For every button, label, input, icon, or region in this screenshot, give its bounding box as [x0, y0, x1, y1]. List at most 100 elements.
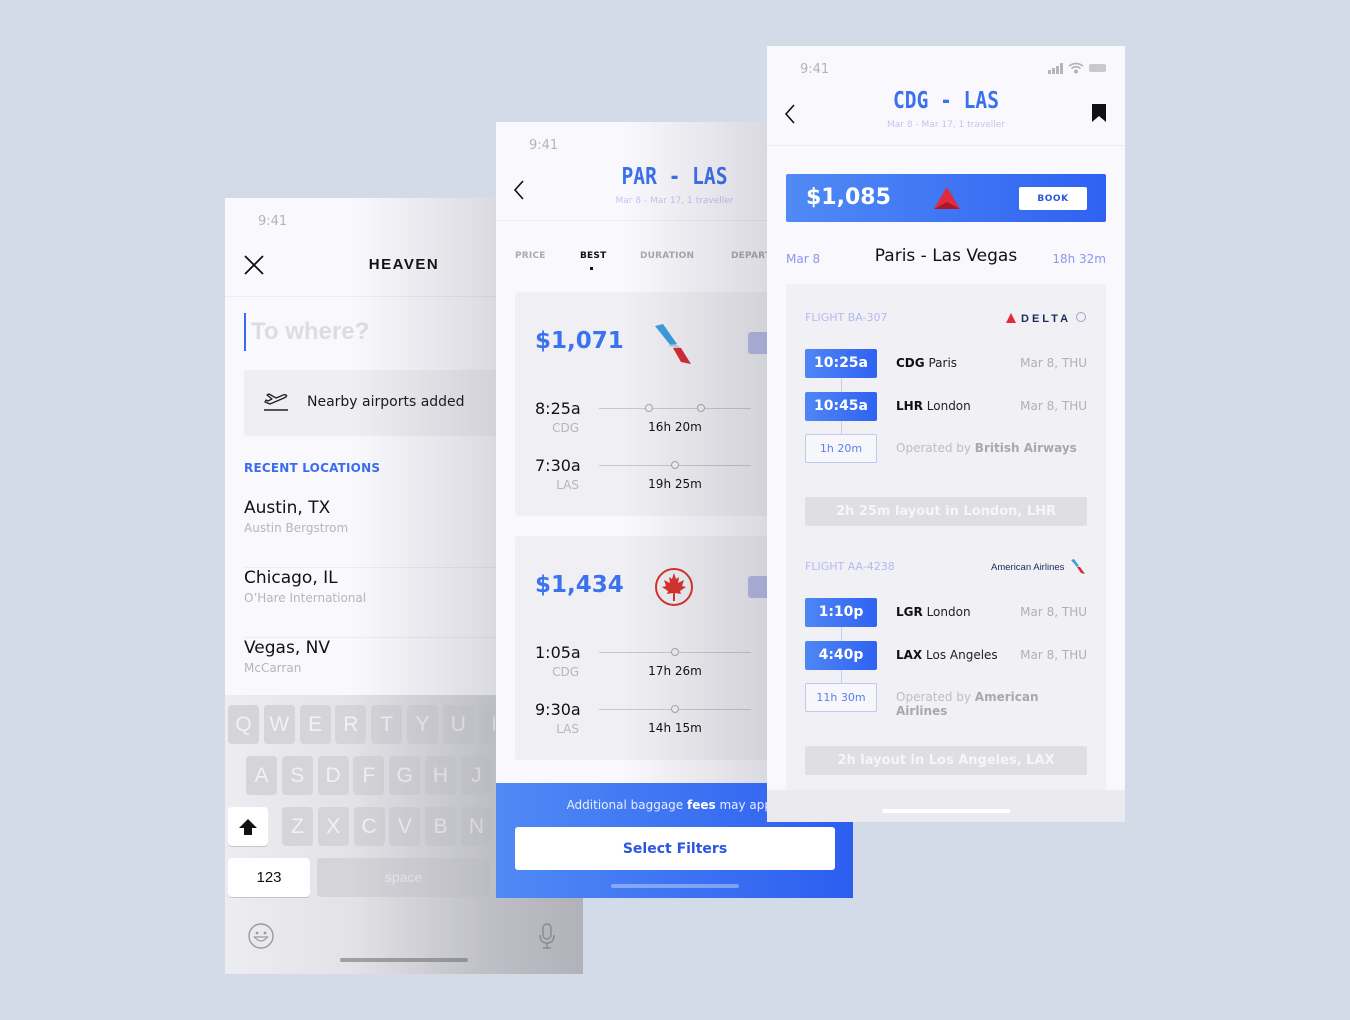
route-line: [599, 408, 751, 409]
delta-wordmark-icon: DELTA: [1006, 312, 1086, 325]
tab-price[interactable]: PRICE: [515, 251, 546, 261]
select-filters-button[interactable]: Select Filters: [515, 827, 835, 870]
home-indicator: [611, 884, 739, 888]
note-text: Additional baggage: [566, 798, 687, 812]
book-button[interactable]: BOOK: [1019, 187, 1087, 210]
flight-segment: 4:40p LAX Los Angeles Mar 8, THU: [805, 641, 1087, 670]
trip-summary: Mar 8 Paris - Las Vegas 18h 32m: [786, 246, 1106, 270]
leg-duration: 19h 25m: [648, 477, 702, 491]
home-indicator: [340, 958, 468, 962]
leg-time: 7:30a: [535, 456, 581, 475]
emoji-icon[interactable]: [247, 922, 275, 950]
leg-airport: LAS: [556, 722, 579, 736]
key-q[interactable]: Q: [228, 705, 259, 744]
layover-banner: 2h layout in Los Angeles, LAX: [805, 746, 1087, 775]
key-s[interactable]: S: [281, 756, 313, 795]
key-a[interactable]: A: [246, 756, 277, 795]
svg-text:DELTA: DELTA: [1021, 313, 1071, 325]
segment-place: CDG Paris: [896, 356, 957, 370]
segment-time: 10:25a: [805, 349, 877, 378]
flight-number: FLIGHT BA-307: [805, 311, 888, 324]
flight-segment: 10:25a CDG Paris Mar 8, THU: [805, 349, 1087, 378]
leg-duration: 17h 26m: [648, 664, 702, 678]
route-subtitle: Mar 8 - Mar 17, 1 traveller: [887, 120, 1005, 130]
battery-icon: [1089, 64, 1106, 72]
segment-time: 1:10p: [805, 598, 877, 627]
key-g[interactable]: G: [389, 756, 421, 795]
header-divider: [767, 145, 1125, 146]
key-x[interactable]: X: [317, 807, 349, 846]
stop-marker: [671, 705, 679, 713]
leg-time: 1:05a: [535, 643, 581, 662]
numbers-key[interactable]: 123: [228, 858, 310, 897]
flight-number: FLIGHT AA-4238: [805, 560, 895, 573]
trip-total-duration: 18h 32m: [1052, 252, 1106, 266]
delta-logo-icon: [934, 187, 960, 209]
key-u[interactable]: U: [442, 705, 474, 744]
leg-airport: LAS: [556, 478, 579, 492]
segment-place: LHR London: [896, 399, 971, 413]
leg-time: 8:25a: [535, 399, 581, 418]
key-e[interactable]: E: [299, 705, 331, 744]
home-indicator: [882, 809, 1010, 813]
flight-segment: 1:10p LGR London Mar 8, THU: [805, 598, 1087, 627]
shift-key[interactable]: [228, 807, 268, 846]
key-v[interactable]: V: [389, 807, 421, 846]
tab-depart[interactable]: DEPART: [731, 251, 771, 261]
key-d[interactable]: D: [317, 756, 349, 795]
key-t[interactable]: T: [371, 705, 403, 744]
key-c[interactable]: C: [353, 807, 385, 846]
airport-code: CDG: [896, 356, 925, 370]
bookmark-icon[interactable]: [1091, 103, 1107, 123]
key-b[interactable]: B: [425, 807, 457, 846]
key-n[interactable]: N: [461, 807, 492, 846]
airport-code: LGR: [896, 605, 923, 619]
note-emphasis: fees: [687, 798, 716, 812]
operated-by: Operated by American Airlines: [896, 690, 1087, 718]
key-f[interactable]: F: [353, 756, 385, 795]
carrier-logo: American Airlines: [991, 558, 1087, 576]
plane-takeoff-icon: [264, 393, 288, 411]
active-tab-indicator: [590, 267, 593, 270]
airport-code: LAX: [896, 648, 923, 662]
key-w[interactable]: W: [263, 705, 295, 744]
leg-airport: CDG: [552, 421, 579, 435]
city-name: Los Angeles: [926, 648, 998, 662]
microphone-icon[interactable]: [538, 922, 556, 950]
operator-name: British Airways: [974, 441, 1077, 455]
signal-icon: [1048, 63, 1063, 74]
status-bar-icons: [1048, 62, 1106, 74]
stop-marker: [645, 404, 653, 412]
shift-arrow-icon: [239, 819, 257, 835]
segment-time: 10:45a: [805, 392, 877, 421]
destination-input[interactable]: To where?: [244, 313, 369, 351]
space-key[interactable]: space: [317, 858, 490, 897]
stop-marker: [671, 461, 679, 469]
key-r[interactable]: R: [335, 705, 367, 744]
key-j[interactable]: J: [460, 756, 492, 795]
status-time: 9:41: [258, 214, 288, 229]
status-time: 9:41: [800, 62, 830, 77]
key-y[interactable]: Y: [407, 705, 438, 744]
itinerary-card: FLIGHT BA-307 DELTA 10:25a CDG Paris Mar…: [786, 284, 1106, 822]
flight-duration: 1h 20m: [805, 434, 877, 463]
key-h[interactable]: H: [425, 756, 456, 795]
segment-place: LGR London: [896, 605, 971, 619]
result-price: $1,434: [535, 572, 624, 598]
airport-code: LHR: [896, 399, 923, 413]
svg-text:American Airlines: American Airlines: [991, 562, 1065, 573]
city-name: London: [926, 399, 971, 413]
flight-details-screen: 9:41 CDG - LAS Mar 8 - Mar 17, 1 travell…: [767, 46, 1125, 822]
city-name: Paris: [928, 356, 958, 370]
segment-date: Mar 8, THU: [1020, 605, 1087, 619]
operated-prefix: Operated by: [896, 441, 975, 455]
key-z[interactable]: Z: [282, 807, 313, 846]
segment-date: Mar 8, THU: [1020, 399, 1087, 413]
operated-prefix: Operated by: [896, 690, 975, 704]
tab-duration[interactable]: DURATION: [640, 251, 694, 261]
city-name: London: [926, 605, 971, 619]
price-banner: $1,085 BOOK: [786, 174, 1106, 222]
american-airlines-logo-icon: [655, 324, 691, 364]
tab-best[interactable]: BEST: [580, 251, 606, 261]
nearby-airports-label: Nearby airports added: [307, 394, 465, 410]
